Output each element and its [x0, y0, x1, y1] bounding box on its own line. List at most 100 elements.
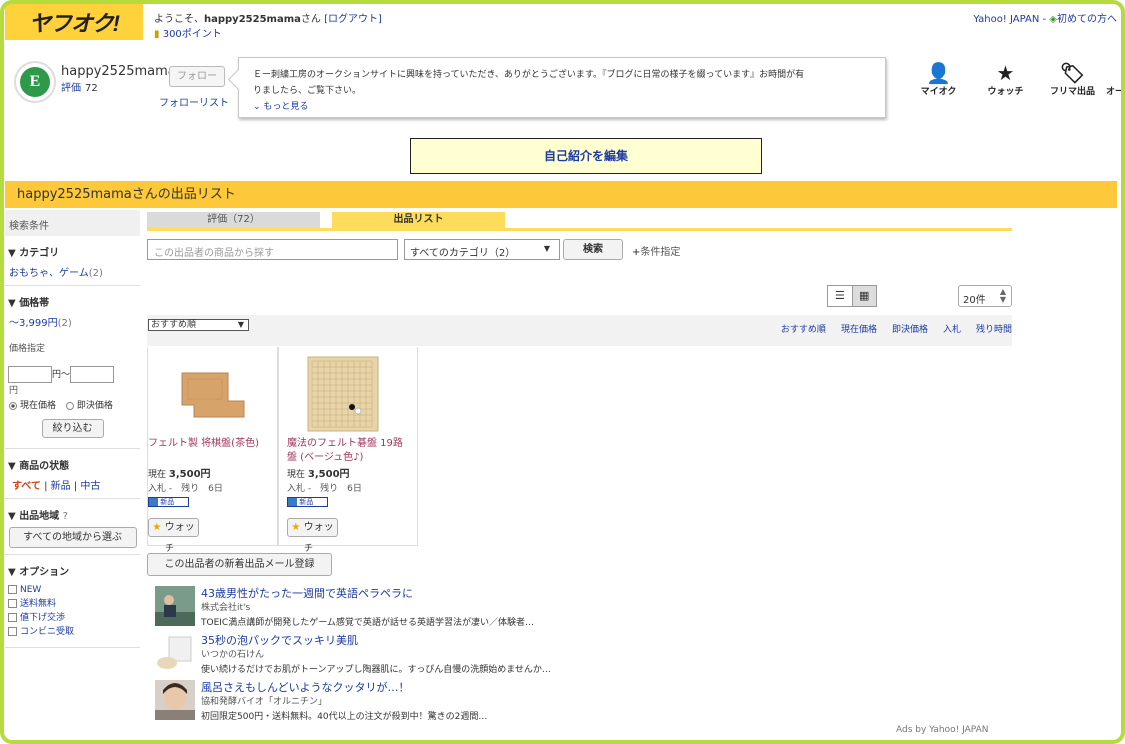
rating-value: 72 [85, 83, 98, 94]
category-select-label: すべてのカテゴリ（2） [410, 248, 516, 259]
price-link[interactable]: 〜3,999円 [9, 318, 58, 329]
ad-item: 43歳男性がたった一週間で英語ペラペラに 株式会社it's TOEIC満点講師が… [155, 585, 595, 629]
sidebar-header: 検索条件 [5, 210, 140, 236]
tab-listing[interactable]: 出品リスト [332, 212, 505, 228]
ad-thumbnail[interactable] [155, 633, 195, 673]
state-new[interactable]: 新品 [51, 481, 71, 492]
per-page-select[interactable]: 20件 ▲ ▼ [958, 285, 1012, 307]
item-title[interactable]: 魔法のフェルト碁盤 19路盤 (ベージュ色♪) [287, 437, 412, 465]
stepper-icon: ▲ ▼ [999, 287, 1006, 304]
star-icon: ★ [996, 61, 1015, 85]
yahoo-japan-link[interactable]: Yahoo! JAPAN - [973, 14, 1046, 25]
profile-rating[interactable]: 評価 72 [61, 79, 98, 94]
price-spec-label: 価格指定 [9, 344, 46, 354]
option-checkbox[interactable] [8, 599, 17, 608]
category-count: (2) [88, 268, 103, 279]
tab-underline [147, 228, 1012, 231]
sort-buynow-price[interactable]: 即決価格 [892, 322, 928, 335]
nav-auction-sell[interactable]: オー [1106, 62, 1125, 97]
nav-watch[interactable]: ★ ウォッチ [972, 62, 1039, 97]
sort-links: おすすめ順 現在価格 即決価格 入札 残り時間 [781, 322, 1012, 335]
option-convenience[interactable]: コンビニ受取 [8, 625, 140, 639]
follow-list-link[interactable]: フォローリスト [159, 94, 229, 109]
new-badge: 新品 [287, 497, 328, 507]
item-price: 現在 3,500円 [148, 465, 211, 480]
list-title-bar: happy2525mamaさんの出品リスト [5, 181, 1117, 208]
option-new[interactable]: NEW [8, 583, 140, 597]
price-value: 3,500円 [168, 469, 211, 480]
category-title: ▼ カテゴリ [8, 244, 140, 259]
star-icon: ★ [152, 522, 162, 533]
sort-remaining[interactable]: 残り時間 [976, 322, 1012, 335]
ad-title[interactable]: 風呂さえもしんどいようなクッタリが…！ [201, 679, 409, 695]
new-badge-label: 新品 [299, 498, 314, 506]
new-listing-mail-button[interactable]: この出品者の新着出品メール登録 [147, 553, 332, 576]
state-all[interactable]: すべて [12, 481, 41, 492]
help-icon[interactable]: ? [63, 511, 68, 522]
profile-name: happy2525mama [61, 64, 176, 79]
ad-title[interactable]: 35秒の泡パックでスッキリ美肌 [201, 632, 358, 648]
nav-myauction[interactable]: 👤 マイオク [905, 62, 972, 97]
sort-recommended[interactable]: おすすめ順 [781, 322, 826, 335]
rating-label: 評価 [61, 83, 81, 94]
price-label: 現在 [148, 470, 167, 480]
top-links: Yahoo! JAPAN - ◈初めての方へ [973, 10, 1117, 25]
search-button[interactable]: 検索 [563, 239, 623, 260]
state-section: ▼ 商品の状態 すべて | 新品 | 中古 [5, 457, 140, 499]
more-link[interactable]: ⌄ もっと見る [253, 99, 873, 115]
sort-bids[interactable]: 入札 [943, 322, 961, 335]
watch-button[interactable]: ★ ウォッ [287, 518, 338, 537]
option-checkbox[interactable] [8, 627, 17, 636]
radio-current-label: 現在価格 [20, 401, 57, 411]
ads-by-label[interactable]: Ads by Yahoo! JAPAN [896, 725, 989, 735]
narrow-button[interactable]: 絞り込む [41, 419, 104, 438]
go-board-image[interactable] [294, 355, 390, 433]
avatar[interactable]: E [14, 61, 56, 103]
item-card: 魔法のフェルト碁盤 19路盤 (ベージュ色♪) 現在 3,500円 入札 - 残… [278, 347, 418, 554]
option-checkbox[interactable] [8, 585, 17, 594]
option-checkbox[interactable] [8, 613, 17, 622]
condition-link[interactable]: +条件指定 [632, 243, 680, 258]
intro-line-2: りましたら、ご覧下さい。 [253, 86, 362, 96]
edit-intro-button[interactable]: 自己紹介を編集 [410, 138, 762, 174]
item-price: 現在 3,500円 [287, 465, 350, 480]
option-negotiable[interactable]: 値下げ交渉 [8, 611, 140, 625]
watch-button[interactable]: ★ ウォッ [148, 518, 199, 537]
nav-label: フリマ出品 [1049, 87, 1095, 97]
option-free-shipping[interactable]: 送料無料 [8, 597, 140, 611]
state-used[interactable]: 中古 [80, 481, 100, 492]
first-time-link[interactable]: 初めての方へ [1057, 14, 1117, 25]
tab-rating[interactable]: 評価（72） [147, 212, 320, 228]
region-select-button[interactable]: すべての地域から選ぶ [8, 527, 137, 548]
category-link[interactable]: おもちゃ、ゲーム [9, 268, 89, 279]
logout-link[interactable]: [ログアウト] [324, 14, 382, 25]
chevron-down-icon: ⌄ [253, 102, 261, 112]
ad-title[interactable]: 43歳男性がたった一週間で英語ペラペラに [201, 585, 413, 601]
ad-thumbnail[interactable] [155, 680, 195, 720]
ad-thumbnail[interactable] [155, 586, 195, 626]
new-badge: 新品 [148, 497, 189, 507]
nav-flea-sell[interactable]: 🏷 フリマ出品 [1039, 62, 1106, 97]
yahuoku-logo[interactable]: ヤフオク! [5, 4, 143, 40]
sort-select[interactable]: おすすめ順 ▼ [148, 319, 249, 331]
points-icon: ▮ [154, 29, 160, 40]
ad-item: 風呂さえもしんどいようなクッタリが…！ 協和発酵バイオ「オルニチン」 初回限定5… [155, 679, 595, 723]
sort-current-price[interactable]: 現在価格 [841, 322, 877, 335]
follow-button[interactable]: フォロー [169, 66, 225, 87]
grid-view-icon[interactable]: ▦ [851, 286, 876, 306]
price-min-input[interactable] [8, 366, 52, 383]
option-label: NEW [20, 585, 42, 595]
tag-icon: 🏷 [1059, 61, 1086, 85]
triangle-down-icon: ▼ [8, 511, 16, 522]
list-view-icon[interactable]: ☰ [828, 286, 852, 306]
search-input[interactable]: この出品者の商品から探す [147, 239, 398, 260]
ad-description: 使い続けるだけでお肌がトーンアップし陶器肌に。すっぴん自慢の洗顔始めませんか… [201, 665, 551, 675]
category-select[interactable]: すべてのカテゴリ（2） ▼ [404, 239, 560, 260]
price-max-input[interactable] [70, 366, 115, 383]
radio-current-price[interactable] [9, 401, 17, 410]
points-link[interactable]: ▮ 300ポイント [154, 25, 222, 40]
radio-buynow-price[interactable] [65, 401, 74, 410]
shogi-board-image[interactable] [160, 355, 256, 433]
item-title[interactable]: フェルト製 将棋盤(茶色) [148, 437, 273, 451]
price-section: ▼ 価格帯 〜3,999円(2) 価格指定 円〜 円 現在価格 即決価格 絞り込… [5, 294, 140, 449]
